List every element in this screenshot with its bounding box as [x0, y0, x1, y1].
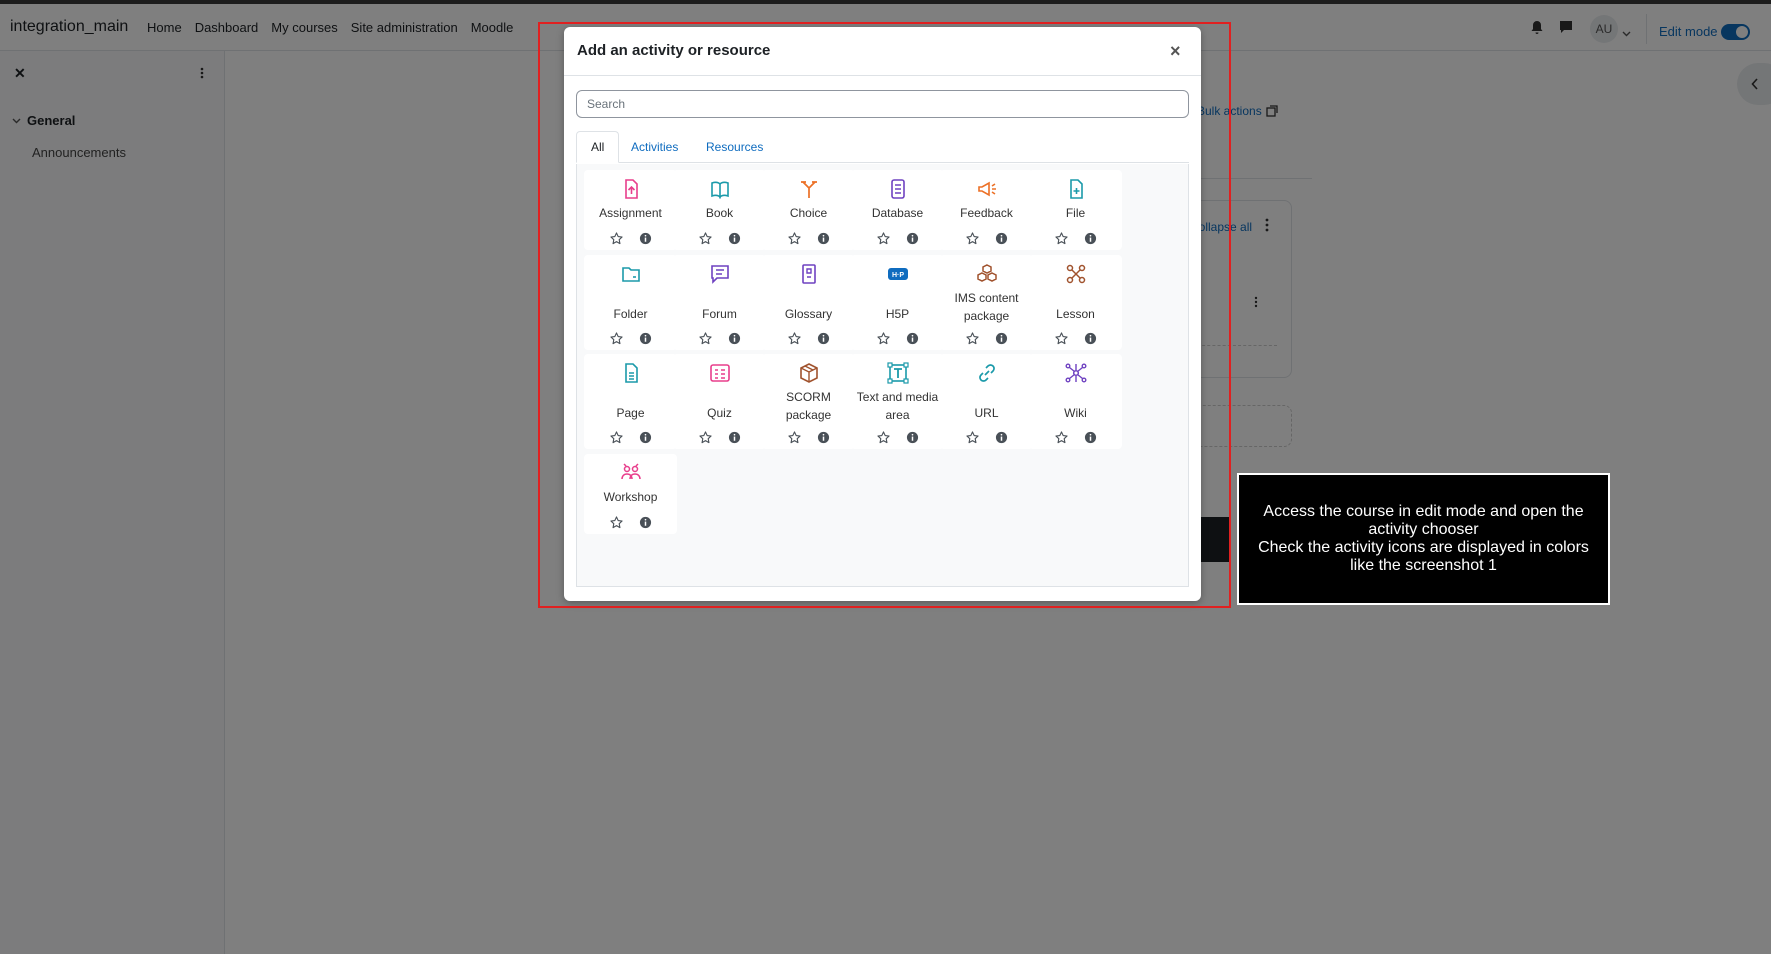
annotation-box: Access the course in edit mode and open …	[1237, 473, 1610, 605]
highlight-frame	[538, 22, 1231, 608]
annotation-text: Access the course in edit mode and open …	[1258, 503, 1589, 574]
